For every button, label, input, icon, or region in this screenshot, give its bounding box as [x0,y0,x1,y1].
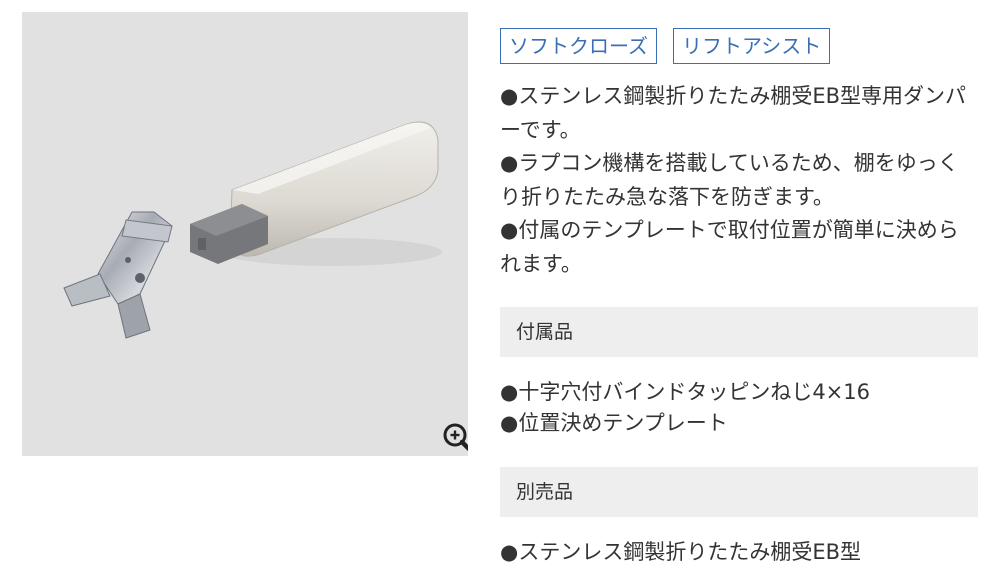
description-line: ●付属のテンプレートで取付位置が簡単に決められます。 [500,218,959,276]
list-item: ●十字穴付バインドタッピンねじ4×16 [500,380,871,404]
description-line: ●ステンレス鋼製折りたたみ棚受EB型専用ダンパーです。 [500,84,966,142]
sold-separately-header: 別売品 [500,467,978,517]
tag-lift-assist[interactable]: リフトアシスト [673,28,831,64]
product-image-panel[interactable] [22,12,468,456]
zoom-in-icon[interactable] [442,422,468,456]
product-info: ソフトクローズ リフトアシスト ●ステンレス鋼製折りたたみ棚受EB型専用ダンパー… [500,28,980,568]
list-item: ●位置決めテンプレート [500,411,728,435]
accessories-list: ●十字穴付バインドタッピンねじ4×16 ●位置決めテンプレート [500,377,980,439]
description-line: ●ラプコン機構を搭載しているため、棚をゆっくり折りたたみ急な落下を防ぎます。 [500,151,959,209]
list-item: ●ステンレス鋼製折りたたみ棚受EB型 [500,540,861,564]
feature-tags: ソフトクローズ リフトアシスト [500,28,980,68]
sold-separately-list: ●ステンレス鋼製折りたたみ棚受EB型 [500,537,980,568]
accessories-header: 付属品 [500,307,978,357]
tag-soft-close[interactable]: ソフトクローズ [500,28,657,64]
product-image [63,121,442,339]
product-description: ●ステンレス鋼製折りたたみ棚受EB型専用ダンパーです。 ●ラプコン機構を搭載して… [500,80,970,281]
